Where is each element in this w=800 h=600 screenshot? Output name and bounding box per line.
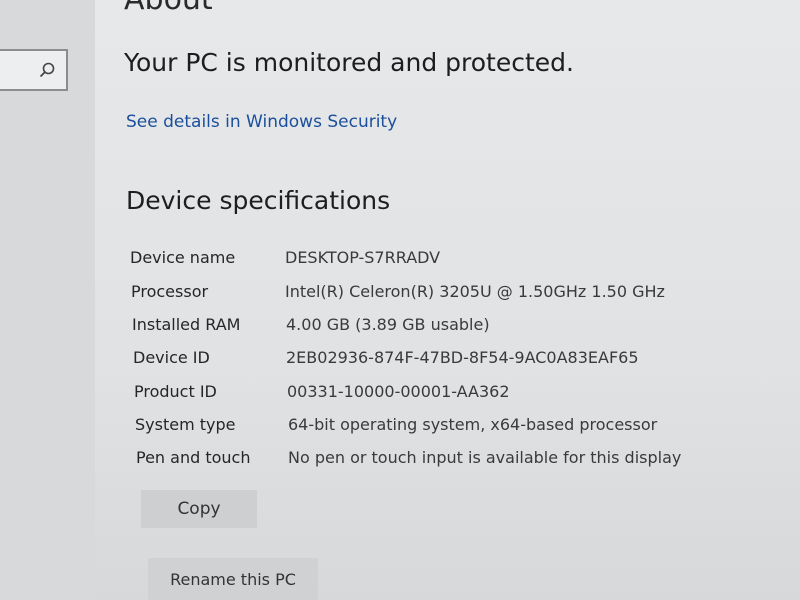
spec-label: Installed RAM — [132, 315, 241, 334]
search-icon — [39, 62, 55, 78]
spec-label: Device name — [130, 248, 236, 267]
spec-value: No pen or touch input is available for t… — [288, 448, 682, 467]
search-input[interactable] — [0, 49, 68, 91]
spec-row-device-name: Device name DESKTOP-S7RRADV — [124, 248, 764, 272]
spec-row-processor: Processor Intel(R) Celeron(R) 3205U @ 1.… — [124, 282, 764, 306]
device-specifications-title: Device specifications — [126, 186, 391, 215]
copy-button[interactable]: Copy — [141, 490, 257, 528]
spec-label: Processor — [131, 282, 209, 301]
spec-value: 2EB02936-874F-47BD-8F54-9AC0A83EAF65 — [286, 348, 639, 367]
spec-row-product-id: Product ID 00331-10000-00001-AA362 — [124, 382, 764, 406]
spec-row-system-type: System type 64-bit operating system, x64… — [124, 415, 764, 439]
spec-value: DESKTOP-S7RRADV — [285, 248, 441, 267]
spec-row-pen-and-touch: Pen and touch No pen or touch input is a… — [124, 448, 764, 472]
rename-pc-button[interactable]: Rename this PC — [148, 558, 318, 600]
spec-row-installed-ram: Installed RAM 4.00 GB (3.89 GB usable) — [124, 315, 764, 339]
spec-value: 64-bit operating system, x64-based proce… — [288, 415, 658, 434]
spec-label: Pen and touch — [136, 448, 251, 467]
security-status-text: Your PC is monitored and protected. — [124, 48, 574, 77]
spec-value: 00331-10000-00001-AA362 — [287, 382, 510, 401]
spec-label: System type — [135, 415, 236, 434]
spec-row-device-id: Device ID 2EB02936-874F-47BD-8F54-9AC0A8… — [124, 348, 764, 372]
spec-label: Device ID — [133, 348, 210, 367]
spec-label: Product ID — [134, 382, 217, 401]
windows-security-link[interactable]: See details in Windows Security — [126, 112, 397, 132]
page-title: About — [124, 0, 213, 17]
spec-value: 4.00 GB (3.89 GB usable) — [286, 315, 490, 334]
spec-value: Intel(R) Celeron(R) 3205U @ 1.50GHz 1.50… — [285, 282, 665, 301]
navigation-sidebar — [0, 0, 95, 600]
